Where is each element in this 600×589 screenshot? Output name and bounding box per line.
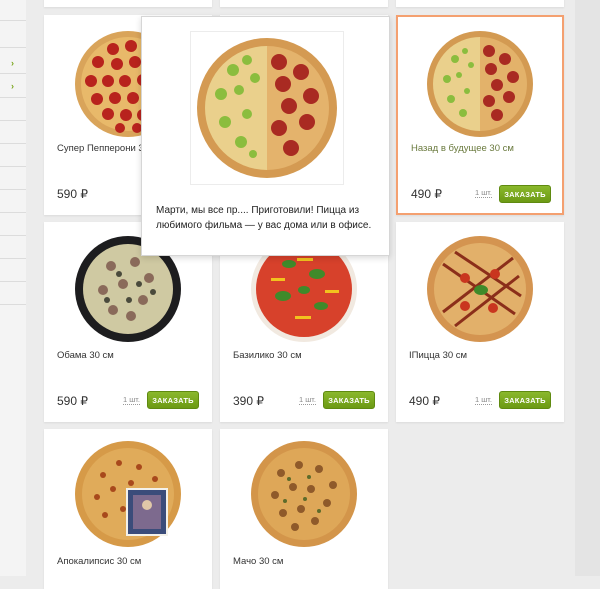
sidebar-divider	[0, 212, 26, 213]
sidebar-divider	[0, 166, 26, 167]
product-tooltip: Марти, мы все пр.... Приготовили! Пицца …	[141, 16, 390, 256]
product-name[interactable]: Назад в будущее 30 см	[411, 143, 514, 154]
sidebar-divider	[0, 281, 26, 282]
category-sidebar: › ›	[0, 0, 26, 576]
page-right-gutter	[575, 0, 600, 576]
quantity-selector[interactable]: 1 шт.	[475, 188, 492, 198]
quantity-selector[interactable]: 1 шт.	[299, 395, 316, 405]
product-card[interactable]: Мачо 30 см	[220, 429, 388, 589]
pizza-apocalypse-image	[75, 441, 181, 547]
sidebar-divider	[0, 97, 26, 98]
order-button[interactable]: ЗАКАЗАТЬ	[323, 391, 375, 409]
tooltip-description: Марти, мы все пр.... Приготовили! Пицца …	[156, 205, 372, 231]
sidebar-item-arrow-icon[interactable]: ›	[11, 58, 14, 68]
sidebar-divider	[0, 120, 26, 121]
product-name[interactable]: Базилико 30 см	[233, 350, 302, 361]
product-card-partial	[220, 0, 388, 7]
product-card[interactable]: Апокалипсис 30 см	[44, 429, 212, 589]
sidebar-item-arrow-icon[interactable]: ›	[11, 81, 14, 91]
quantity-selector[interactable]: 1 шт.	[123, 395, 140, 405]
product-price: 590 ₽	[57, 187, 88, 201]
product-price: 390 ₽	[233, 394, 264, 408]
sidebar-divider	[0, 304, 26, 305]
product-name[interactable]: Апокалипсис 30 см	[57, 556, 141, 567]
product-name[interactable]: Обама 30 см	[57, 350, 114, 361]
sidebar-divider	[0, 143, 26, 144]
sidebar-divider	[0, 235, 26, 236]
sidebar-divider	[0, 20, 26, 21]
pizza-back-to-future-large-image	[197, 38, 337, 178]
sidebar-divider	[0, 47, 26, 48]
product-card[interactable]: IПицца 30 см 490 ₽ 1 шт. ЗАКАЗАТЬ	[396, 222, 564, 422]
pizza-macho-image	[251, 441, 357, 547]
product-price: 490 ₽	[411, 187, 442, 201]
quantity-selector[interactable]: 1 шт.	[475, 395, 492, 405]
sidebar-divider	[0, 258, 26, 259]
product-card-partial	[44, 0, 212, 7]
order-button[interactable]: ЗАКАЗАТЬ	[147, 391, 199, 409]
product-price: 490 ₽	[409, 394, 440, 408]
pizza-back-to-future-image	[427, 31, 533, 137]
sidebar-divider	[0, 73, 26, 74]
product-card-partial	[396, 0, 564, 7]
product-card-selected[interactable]: Назад в будущее 30 см 490 ₽ 1 шт. ЗАКАЗА…	[396, 15, 564, 215]
order-button[interactable]: ЗАКАЗАТЬ	[499, 391, 551, 409]
pizza-ipizza-image	[427, 236, 533, 342]
tooltip-image-frame	[190, 31, 344, 185]
product-name[interactable]: Мачо 30 см	[233, 556, 283, 567]
order-button[interactable]: ЗАКАЗАТЬ	[499, 185, 551, 203]
product-price: 590 ₽	[57, 394, 88, 408]
sidebar-divider	[0, 189, 26, 190]
product-name[interactable]: IПицца 30 см	[409, 350, 467, 361]
